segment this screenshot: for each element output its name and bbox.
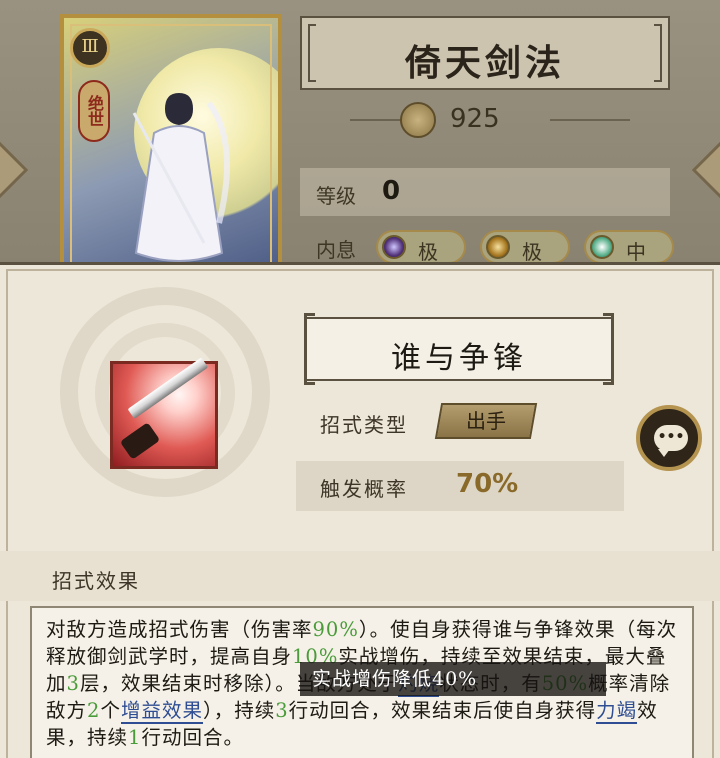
trigger-rate-label: 触发概率 (320, 477, 408, 501)
neixi-grade: 中 (626, 240, 646, 264)
skill-name: 谁与争锋 (391, 341, 527, 376)
martial-art-name-plate: 倚天剑法 (300, 16, 670, 90)
rank-emblem-icon: Ⅲ (70, 28, 110, 68)
trigger-rate-row: 触发概率 70% (296, 461, 624, 511)
neixi-slot-3[interactable]: 中 (584, 230, 674, 264)
swirl-orb-icon (590, 235, 614, 259)
power-value: 925 (450, 104, 500, 134)
sword-blade (127, 357, 209, 419)
power-row: 925 (350, 100, 630, 140)
effect-text-segment: 行动回合。 (141, 726, 244, 749)
effect-text-segment: ），持续 (202, 699, 276, 722)
sun-orb-icon (486, 235, 510, 259)
highlight-value: 3 (275, 699, 289, 722)
tooltip: 实战增伤降低40% (300, 662, 606, 696)
effect-title: 招式效果 (52, 569, 140, 593)
chat-button[interactable]: ••• (636, 405, 702, 471)
neixi-slot-1[interactable]: 极 (376, 230, 466, 264)
effect-text-segment: 行动回合，效果结束后使自身获得 (288, 699, 597, 722)
neixi-label: 内息 (316, 238, 356, 262)
effect-text-segment: 个 (100, 699, 121, 722)
divider (550, 119, 630, 121)
power-gourd-icon (400, 102, 436, 138)
martial-art-header: Ⅲ 绝世 倚天剑法 925 等级 0 内息 极 极 中 (0, 0, 720, 268)
skill-type-label: 招式类型 (320, 413, 408, 437)
skill-name-plate: 谁与争锋 (304, 313, 614, 385)
trigger-rate-value: 70% (456, 469, 519, 499)
highlight-value: 2 (87, 699, 101, 722)
effect-text-segment: 效果结束时移除 (120, 672, 265, 695)
chat-bubble-icon: ••• (654, 425, 688, 457)
neixi-grade: 极 (418, 240, 438, 264)
skill-type-value: 出手 (466, 409, 506, 433)
effect-header: 招式效果 (0, 551, 720, 601)
martial-art-name: 倚天剑法 (404, 42, 565, 84)
level-label: 等级 (316, 184, 356, 208)
effect-text-segment: 对敌方造成招式伤害（伤害率 (46, 618, 313, 641)
character-card[interactable]: Ⅲ 绝世 (60, 14, 282, 268)
sword-hilt (119, 422, 161, 460)
keyword-link[interactable]: 增益效果 (120, 699, 203, 724)
ellipsis-icon: ••• (657, 429, 685, 445)
highlight-value: 1 (128, 726, 142, 749)
skill-type-badge: 出手 (434, 403, 538, 439)
sword-skill-icon (110, 357, 218, 469)
level-value: 0 (382, 176, 401, 206)
highlight-value: 90% (312, 618, 359, 641)
rarity-tag: 绝世 (78, 80, 110, 142)
yin-orb-icon (382, 235, 406, 259)
effect-text-segment: 层， (79, 672, 121, 695)
keyword-link[interactable]: 力竭 (596, 699, 638, 724)
neixi-grade: 极 (522, 240, 542, 264)
level-row: 等级 0 (300, 168, 670, 216)
neixi-slot-2[interactable]: 极 (480, 230, 570, 264)
highlight-value: 3 (66, 672, 80, 695)
